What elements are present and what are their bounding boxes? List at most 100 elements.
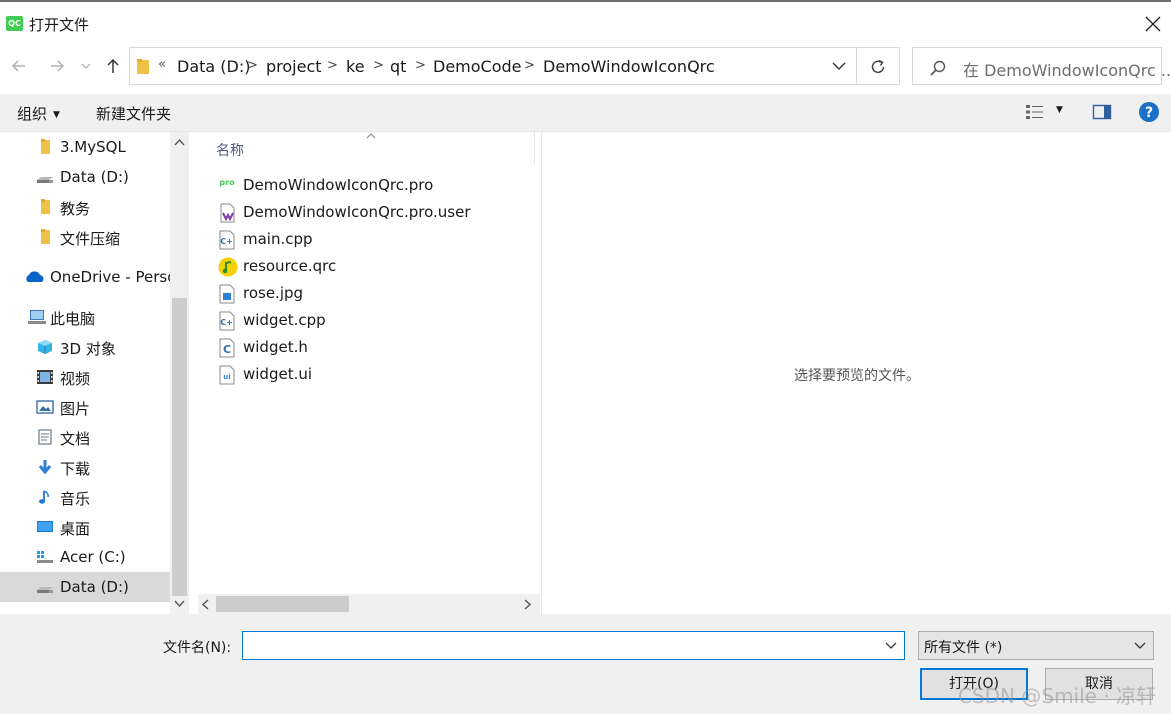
filename-label: 文件名(N): bbox=[163, 640, 232, 656]
scrollbar-thumb[interactable] bbox=[216, 596, 349, 612]
search-input[interactable]: 在 DemoWindowIconQrc ... bbox=[963, 57, 1171, 81]
file-list-item[interactable]: Cwidget.h bbox=[216, 335, 516, 362]
video-icon bbox=[36, 369, 54, 385]
sidebar-item[interactable]: 图片 bbox=[0, 392, 170, 422]
breadcrumb-qt[interactable]: qt bbox=[390, 57, 406, 76]
qrc-file-icon bbox=[218, 257, 238, 277]
scrollbar-thumb[interactable] bbox=[172, 298, 187, 596]
breadcrumb-separator-icon[interactable]: > bbox=[247, 58, 258, 73]
breadcrumb-democode[interactable]: DemoCode bbox=[433, 57, 522, 76]
close-icon[interactable] bbox=[1141, 12, 1165, 36]
sidebar-item[interactable]: 文档 bbox=[0, 422, 170, 452]
chevron-down-icon bbox=[1134, 642, 1146, 649]
breadcrumb-ke[interactable]: ke bbox=[346, 57, 365, 76]
sidebar-item-label: 桌面 bbox=[60, 520, 91, 538]
drive-icon bbox=[36, 169, 54, 185]
onedrive-icon bbox=[24, 269, 44, 285]
file-type-select[interactable]: 所有文件 (*) bbox=[918, 631, 1154, 660]
3d-objects-icon bbox=[36, 339, 54, 355]
chevron-down-icon[interactable] bbox=[885, 642, 897, 650]
breadcrumb-project[interactable]: project bbox=[266, 57, 322, 76]
address-bar[interactable]: « Data (D:) > project > ke > qt > DemoCo… bbox=[129, 47, 857, 85]
sidebar-item[interactable]: 视频 bbox=[0, 362, 170, 392]
forward-arrow-icon[interactable] bbox=[47, 56, 67, 76]
column-header-name[interactable]: 名称 bbox=[216, 140, 244, 160]
sidebar-item[interactable]: 文件压缩 bbox=[0, 222, 170, 252]
file-list-item[interactable]: C+ widget.cpp bbox=[216, 308, 516, 335]
refresh-button[interactable] bbox=[857, 47, 900, 85]
file-list-item[interactable]: ui widget.ui bbox=[216, 362, 516, 389]
sidebar-item[interactable]: Data (D:) bbox=[0, 162, 170, 192]
column-divider[interactable] bbox=[534, 132, 535, 164]
nav-scrollbar[interactable] bbox=[170, 132, 189, 614]
breadcrumb-separator-icon[interactable]: > bbox=[327, 58, 338, 73]
sidebar-item-label: Acer (C:) bbox=[60, 548, 126, 566]
preview-pane-icon[interactable] bbox=[1092, 103, 1112, 121]
scroll-right-icon[interactable] bbox=[524, 599, 532, 610]
sidebar-item[interactable]: 3.MySQL bbox=[0, 132, 170, 162]
organize-button[interactable]: 组织 ▼ bbox=[17, 103, 60, 124]
documents-icon bbox=[36, 429, 54, 445]
refresh-icon bbox=[871, 59, 885, 74]
horizontal-scrollbar[interactable] bbox=[198, 594, 540, 614]
file-list-item[interactable]: DemoWindowIconQrc.pro.user bbox=[216, 200, 516, 227]
sidebar-item[interactable]: Data (D:) bbox=[0, 572, 170, 602]
file-list-item[interactable]: resource.qrc bbox=[216, 254, 516, 281]
up-arrow-icon[interactable] bbox=[103, 56, 123, 76]
sidebar-item-label: 下载 bbox=[60, 460, 91, 478]
breadcrumb-separator-icon[interactable]: > bbox=[373, 58, 384, 73]
breadcrumb-demowindowiconqrc[interactable]: DemoWindowIconQrc bbox=[543, 57, 715, 76]
recent-locations-chevron-icon[interactable] bbox=[79, 56, 93, 76]
filename-combobox[interactable] bbox=[242, 631, 905, 660]
image-file-icon bbox=[218, 284, 236, 304]
search-box[interactable]: 在 DemoWindowIconQrc ... bbox=[912, 47, 1171, 85]
filename-input[interactable] bbox=[244, 633, 874, 658]
sidebar-item[interactable]: Acer (C:) bbox=[0, 542, 170, 572]
preview-message: 选择要预览的文件。 bbox=[794, 368, 920, 384]
file-type-value: 所有文件 (*) bbox=[924, 640, 1003, 656]
view-options-icon[interactable] bbox=[1025, 103, 1045, 121]
sort-ascending-icon bbox=[366, 133, 376, 139]
folder-icon bbox=[36, 139, 54, 155]
sidebar-item[interactable]: 桌面 bbox=[0, 512, 170, 542]
music-icon bbox=[36, 489, 54, 505]
scroll-down-icon[interactable] bbox=[174, 600, 185, 608]
back-arrow-icon[interactable] bbox=[9, 56, 29, 76]
sidebar-item[interactable]: 下载 bbox=[0, 452, 170, 482]
file-name: DemoWindowIconQrc.pro.user bbox=[243, 203, 471, 221]
view-dropdown-caret-icon[interactable]: ▼ bbox=[1056, 105, 1063, 115]
new-folder-button[interactable]: 新建文件夹 bbox=[96, 103, 171, 124]
navigation-pane: 3.MySQL Data (D:) 教务 文件压缩 OneDrive - Perso 此电… bbox=[0, 132, 189, 614]
sidebar-item[interactable]: 3D 对象 bbox=[0, 332, 170, 362]
qt-app-icon: QC bbox=[6, 16, 23, 31]
folder-icon bbox=[36, 229, 54, 245]
file-list-item[interactable]: pro DemoWindowIconQrc.pro bbox=[216, 173, 516, 200]
chevron-down-icon[interactable] bbox=[832, 61, 846, 71]
sidebar-item[interactable]: 此电脑 bbox=[0, 302, 170, 332]
sidebar-item[interactable]: 教务 bbox=[0, 192, 170, 222]
sidebar-item[interactable]: OneDrive - Perso bbox=[0, 262, 170, 292]
file-list-item[interactable]: rose.jpg bbox=[216, 281, 516, 308]
scroll-left-icon[interactable] bbox=[201, 599, 209, 610]
scroll-up-icon[interactable] bbox=[174, 138, 185, 146]
help-icon[interactable]: ? bbox=[1138, 101, 1160, 123]
file-name: widget.cpp bbox=[243, 311, 326, 329]
overflow-breadcrumb-icon[interactable]: « bbox=[158, 57, 166, 72]
folder-icon bbox=[36, 199, 54, 215]
sidebar-item-label: OneDrive - Perso bbox=[50, 268, 170, 286]
watermark: CSDN @Smile · 凉轩 bbox=[958, 684, 1157, 708]
file-name: widget.ui bbox=[243, 365, 313, 383]
breadcrumb-data-drive[interactable]: Data (D:) bbox=[177, 57, 250, 76]
sidebar-item[interactable]: 音乐 bbox=[0, 482, 170, 512]
sidebar-item-label: 教务 bbox=[60, 200, 91, 218]
breadcrumb-separator-icon[interactable]: > bbox=[524, 58, 535, 73]
file-list-item[interactable]: C+ main.cpp bbox=[216, 227, 516, 254]
svg-text:pro: pro bbox=[219, 178, 235, 187]
caret-down-icon: ▼ bbox=[53, 110, 60, 120]
sidebar-item-label: 3D 对象 bbox=[60, 340, 116, 358]
address-row: « Data (D:) > project > ke > qt > DemoCo… bbox=[0, 44, 1171, 94]
breadcrumb-separator-icon[interactable]: > bbox=[415, 58, 426, 73]
file-name: DemoWindowIconQrc.pro bbox=[243, 176, 434, 194]
sidebar-item-label: 图片 bbox=[60, 400, 91, 418]
header-file-icon: C bbox=[218, 338, 236, 358]
